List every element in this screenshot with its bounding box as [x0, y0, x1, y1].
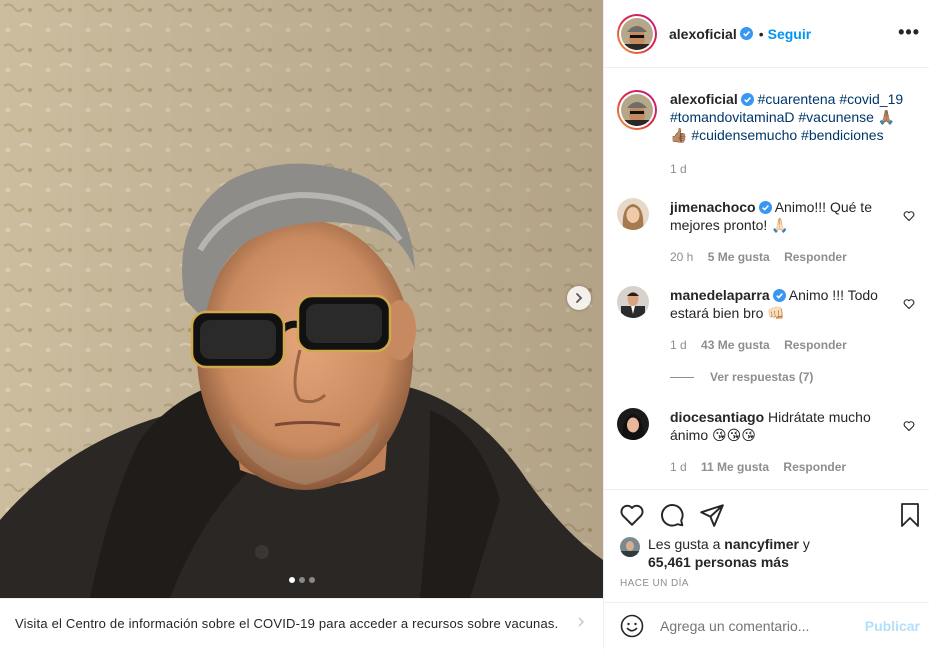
commenter-avatar[interactable] [617, 408, 649, 440]
caption-username[interactable]: alexoficial [670, 91, 738, 107]
carousel-indicator [0, 577, 603, 583]
reply-button[interactable]: Responder [784, 338, 847, 352]
next-slide-button[interactable] [567, 286, 591, 310]
post-actions [604, 489, 929, 539]
caption-text: alexoficial #cuarentena #covid_19 #toman… [670, 90, 905, 144]
reply-button[interactable]: Responder [784, 250, 847, 264]
comment-username[interactable]: manedelaparra [670, 287, 770, 303]
carousel-dot [308, 577, 315, 583]
separator-dot: • [758, 25, 764, 42]
carousel-dot [288, 577, 295, 583]
view-replies-button[interactable]: Ver respuestas (7) [670, 370, 813, 384]
comment-bubble-icon[interactable] [659, 502, 685, 528]
comment-age: 20 h [670, 250, 694, 264]
comment-age: 1 d [670, 338, 687, 352]
likes-count[interactable]: 65,461 personas más [648, 554, 789, 570]
comment-meta: 1 d 11 Me gusta Responder [670, 460, 857, 474]
post-timestamp[interactable]: HACE UN DÍA [620, 578, 689, 589]
publish-button[interactable]: Publicar [865, 618, 920, 634]
like-heart-icon[interactable] [619, 502, 645, 528]
comment-text: diocesantiago Hidrátate mucho ánimo 😘😘😘 [670, 408, 895, 444]
liker-username[interactable]: nancyfimer [724, 536, 799, 552]
follow-button[interactable]: Seguir [768, 26, 812, 42]
post-image [0, 0, 603, 598]
verified-badge-icon [739, 27, 753, 40]
heart-icon[interactable] [903, 298, 915, 310]
share-send-icon[interactable] [699, 502, 725, 528]
post-header: alexoficial • Seguir ••• [604, 0, 929, 68]
verified-badge-icon [740, 93, 754, 106]
chevron-right-icon [577, 615, 585, 633]
commenter-avatar[interactable] [617, 286, 649, 318]
comment-text: jimenachoco Animo!!! Qué te mejores pron… [670, 198, 895, 234]
likes-prefix: Les gusta a [648, 536, 721, 552]
comment-input[interactable] [660, 618, 865, 634]
liker-avatar[interactable] [620, 537, 640, 557]
more-options-button[interactable]: ••• [898, 22, 920, 43]
comment-meta: 1 d 43 Me gusta Responder [670, 338, 858, 352]
comment-likes[interactable]: 11 Me gusta [701, 460, 769, 474]
covid-info-banner[interactable]: Visita el Centro de información sobre el… [0, 598, 603, 649]
comment-meta: 20 h 5 Me gusta Responder [670, 250, 858, 264]
view-replies-label: Ver respuestas (7) [710, 370, 814, 384]
chevron-right-icon [576, 293, 583, 303]
verified-badge-icon [772, 289, 786, 302]
avatar-image [621, 17, 653, 50]
comment-likes[interactable]: 43 Me gusta [701, 338, 770, 352]
heart-icon[interactable] [903, 210, 915, 222]
comment-age: 1 d [670, 460, 687, 474]
add-comment-bar: Publicar [604, 602, 929, 649]
heart-icon[interactable] [903, 420, 915, 432]
emoji-icon[interactable] [620, 614, 644, 638]
caption-avatar[interactable] [617, 90, 657, 130]
save-bookmark-icon[interactable] [898, 502, 922, 528]
author-avatar[interactable] [617, 13, 657, 54]
likes-conj: y [802, 536, 810, 552]
reply-button[interactable]: Responder [783, 460, 846, 474]
comment-username[interactable]: diocesantiago [670, 409, 764, 425]
author-username[interactable]: alexoficial [669, 26, 737, 42]
commenter-avatar[interactable] [617, 198, 649, 230]
post-photo [0, 0, 603, 598]
covid-banner-text: Visita el Centro de información sobre el… [15, 616, 559, 631]
caption-meta: 1 d [670, 162, 698, 176]
comment-text: manedelaparra Animo !!! Todo estará bien… [670, 286, 895, 322]
comment-username[interactable]: jimenachoco [670, 199, 756, 215]
comment-likes[interactable]: 5 Me gusta [708, 250, 770, 264]
avatar-image [621, 94, 653, 126]
verified-badge-icon [758, 201, 772, 214]
post-sidebar: alexoficial • Seguir ••• alexoficial #cu… [603, 0, 929, 649]
carousel-dot [298, 577, 305, 583]
divider-line [670, 376, 694, 378]
caption-age: 1 d [670, 162, 687, 176]
